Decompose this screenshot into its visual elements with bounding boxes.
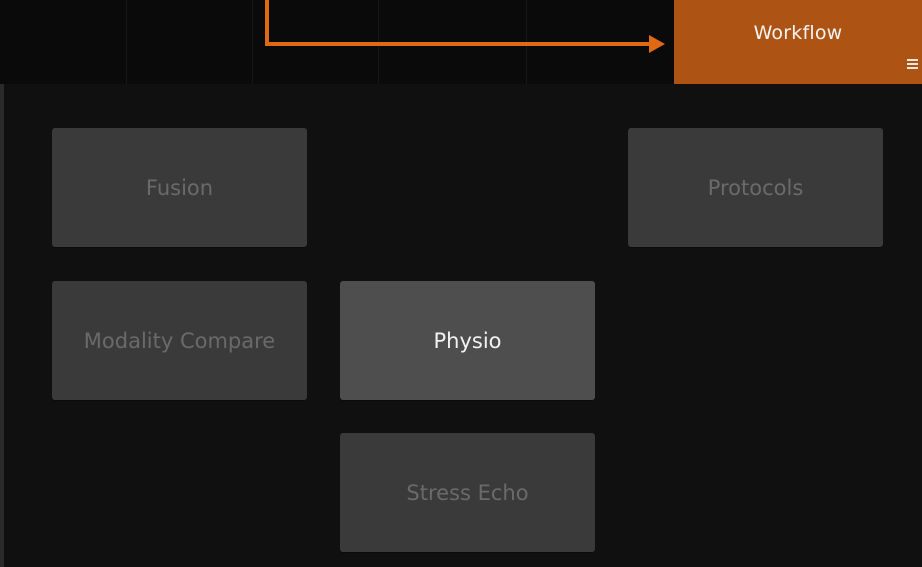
physio-button[interactable]: Physio	[340, 281, 595, 400]
fusion-label: Fusion	[145, 175, 214, 200]
annotation-arrow-vertical	[265, 0, 269, 46]
left-edge-strip	[0, 84, 4, 567]
modality-compare-button[interactable]: Modality Compare	[52, 281, 307, 400]
protocols-button[interactable]: Protocols	[628, 128, 883, 247]
stress-echo-button[interactable]: Stress Echo	[340, 433, 595, 552]
tab-slot	[126, 0, 253, 84]
workflow-screen: Workflow Fusion Protocols Modality Compa…	[0, 0, 922, 567]
top-tab-bar: Workflow	[0, 0, 922, 84]
annotation-arrow-head-icon	[649, 35, 665, 53]
annotation-arrow-horizontal	[265, 42, 651, 46]
stress-echo-label: Stress Echo	[406, 480, 529, 505]
modality-compare-label: Modality Compare	[83, 328, 276, 353]
hamburger-menu-icon[interactable]	[907, 59, 918, 69]
physio-label: Physio	[433, 328, 502, 353]
tab-slot	[0, 0, 127, 84]
workflow-tab-label: Workflow	[753, 22, 843, 44]
workflow-tab[interactable]: Workflow	[674, 0, 922, 84]
protocols-label: Protocols	[707, 175, 804, 200]
fusion-button[interactable]: Fusion	[52, 128, 307, 247]
